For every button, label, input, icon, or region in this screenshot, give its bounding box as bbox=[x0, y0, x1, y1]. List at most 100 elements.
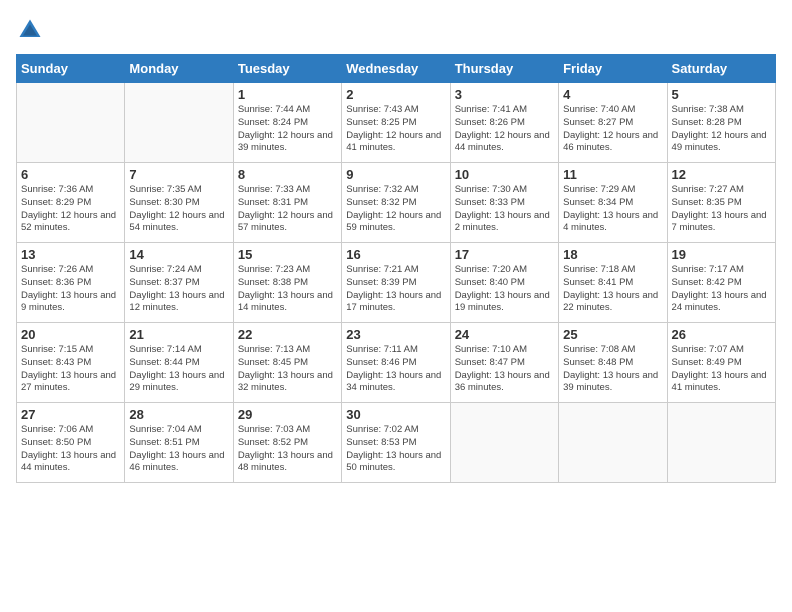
day-info: Sunrise: 7:06 AMSunset: 8:50 PMDaylight:… bbox=[21, 424, 120, 475]
calendar-cell: 5 Sunrise: 7:38 AMSunset: 8:28 PMDaylight… bbox=[667, 83, 775, 163]
day-number: 11 bbox=[563, 167, 662, 182]
day-number: 7 bbox=[129, 167, 228, 182]
calendar-cell: 9 Sunrise: 7:32 AMSunset: 8:32 PMDaylight… bbox=[342, 163, 450, 243]
day-info: Sunrise: 7:02 AMSunset: 8:53 PMDaylight:… bbox=[346, 424, 445, 475]
day-number: 29 bbox=[238, 407, 337, 422]
calendar-cell bbox=[559, 403, 667, 483]
page-header bbox=[16, 16, 776, 44]
calendar-cell: 19 Sunrise: 7:17 AMSunset: 8:42 PMDayligh… bbox=[667, 243, 775, 323]
day-info: Sunrise: 7:36 AMSunset: 8:29 PMDaylight:… bbox=[21, 184, 120, 235]
weekday-header-wednesday: Wednesday bbox=[342, 55, 450, 83]
logo bbox=[16, 16, 48, 44]
calendar-cell: 22 Sunrise: 7:13 AMSunset: 8:45 PMDayligh… bbox=[233, 323, 341, 403]
day-info: Sunrise: 7:29 AMSunset: 8:34 PMDaylight:… bbox=[563, 184, 662, 235]
day-info: Sunrise: 7:07 AMSunset: 8:49 PMDaylight:… bbox=[672, 344, 771, 395]
calendar-cell: 12Sunrise: 7:27 AMSunset: 8:35 PMDayligh… bbox=[667, 163, 775, 243]
calendar-week-row: 6 Sunrise: 7:36 AMSunset: 8:29 PMDaylight… bbox=[17, 163, 776, 243]
calendar-cell: 11 Sunrise: 7:29 AMSunset: 8:34 PMDayligh… bbox=[559, 163, 667, 243]
calendar-cell: 17Sunrise: 7:20 AMSunset: 8:40 PMDayligh… bbox=[450, 243, 558, 323]
day-info: Sunrise: 7:10 AMSunset: 8:47 PMDaylight:… bbox=[455, 344, 554, 395]
calendar-cell: 1 Sunrise: 7:44 AMSunset: 8:24 PMDaylight… bbox=[233, 83, 341, 163]
calendar-cell: 10 Sunrise: 7:30 AMSunset: 8:33 PMDayligh… bbox=[450, 163, 558, 243]
day-info: Sunrise: 7:11 AMSunset: 8:46 PMDaylight:… bbox=[346, 344, 445, 395]
day-info: Sunrise: 7:38 AMSunset: 8:28 PMDaylight:… bbox=[672, 104, 771, 155]
calendar-week-row: 13Sunrise: 7:26 AMSunset: 8:36 PMDayligh… bbox=[17, 243, 776, 323]
day-number: 12 bbox=[672, 167, 771, 182]
day-info: Sunrise: 7:20 AMSunset: 8:40 PMDaylight:… bbox=[455, 264, 554, 315]
day-number: 30 bbox=[346, 407, 445, 422]
calendar-cell bbox=[450, 403, 558, 483]
day-number: 3 bbox=[455, 87, 554, 102]
day-number: 4 bbox=[563, 87, 662, 102]
calendar-cell: 24 Sunrise: 7:10 AMSunset: 8:47 PMDayligh… bbox=[450, 323, 558, 403]
day-info: Sunrise: 7:04 AMSunset: 8:51 PMDaylight:… bbox=[129, 424, 228, 475]
day-number: 26 bbox=[672, 327, 771, 342]
calendar-cell: 21 Sunrise: 7:14 AMSunset: 8:44 PMDayligh… bbox=[125, 323, 233, 403]
weekday-header-row: SundayMondayTuesdayWednesdayThursdayFrid… bbox=[17, 55, 776, 83]
calendar-table: SundayMondayTuesdayWednesdayThursdayFrid… bbox=[16, 54, 776, 483]
calendar-cell: 3 Sunrise: 7:41 AMSunset: 8:26 PMDaylight… bbox=[450, 83, 558, 163]
day-number: 20 bbox=[21, 327, 120, 342]
calendar-cell: 28 Sunrise: 7:04 AMSunset: 8:51 PMDayligh… bbox=[125, 403, 233, 483]
day-info: Sunrise: 7:24 AMSunset: 8:37 PMDaylight:… bbox=[129, 264, 228, 315]
calendar-cell: 4 Sunrise: 7:40 AMSunset: 8:27 PMDaylight… bbox=[559, 83, 667, 163]
weekday-header-sunday: Sunday bbox=[17, 55, 125, 83]
weekday-header-saturday: Saturday bbox=[667, 55, 775, 83]
calendar-cell: 20 Sunrise: 7:15 AMSunset: 8:43 PMDayligh… bbox=[17, 323, 125, 403]
calendar-cell bbox=[667, 403, 775, 483]
day-info: Sunrise: 7:21 AMSunset: 8:39 PMDaylight:… bbox=[346, 264, 445, 315]
day-number: 24 bbox=[455, 327, 554, 342]
calendar-cell: 2 Sunrise: 7:43 AMSunset: 8:25 PMDaylight… bbox=[342, 83, 450, 163]
day-info: Sunrise: 7:03 AMSunset: 8:52 PMDaylight:… bbox=[238, 424, 337, 475]
calendar-cell: 29 Sunrise: 7:03 AMSunset: 8:52 PMDayligh… bbox=[233, 403, 341, 483]
day-number: 22 bbox=[238, 327, 337, 342]
day-info: Sunrise: 7:44 AMSunset: 8:24 PMDaylight:… bbox=[238, 104, 337, 155]
day-info: Sunrise: 7:15 AMSunset: 8:43 PMDaylight:… bbox=[21, 344, 120, 395]
day-info: Sunrise: 7:23 AMSunset: 8:38 PMDaylight:… bbox=[238, 264, 337, 315]
day-info: Sunrise: 7:14 AMSunset: 8:44 PMDaylight:… bbox=[129, 344, 228, 395]
day-info: Sunrise: 7:33 AMSunset: 8:31 PMDaylight:… bbox=[238, 184, 337, 235]
calendar-cell bbox=[17, 83, 125, 163]
day-number: 25 bbox=[563, 327, 662, 342]
calendar-week-row: 20 Sunrise: 7:15 AMSunset: 8:43 PMDayligh… bbox=[17, 323, 776, 403]
calendar-week-row: 27 Sunrise: 7:06 AMSunset: 8:50 PMDayligh… bbox=[17, 403, 776, 483]
calendar-cell: 18Sunrise: 7:18 AMSunset: 8:41 PMDayligh… bbox=[559, 243, 667, 323]
calendar-cell: 14 Sunrise: 7:24 AMSunset: 8:37 PMDayligh… bbox=[125, 243, 233, 323]
day-info: Sunrise: 7:43 AMSunset: 8:25 PMDaylight:… bbox=[346, 104, 445, 155]
day-number: 28 bbox=[129, 407, 228, 422]
calendar-cell: 13Sunrise: 7:26 AMSunset: 8:36 PMDayligh… bbox=[17, 243, 125, 323]
day-info: Sunrise: 7:41 AMSunset: 8:26 PMDaylight:… bbox=[455, 104, 554, 155]
day-number: 23 bbox=[346, 327, 445, 342]
day-number: 14 bbox=[129, 247, 228, 262]
weekday-header-thursday: Thursday bbox=[450, 55, 558, 83]
day-number: 27 bbox=[21, 407, 120, 422]
calendar-week-row: 1 Sunrise: 7:44 AMSunset: 8:24 PMDaylight… bbox=[17, 83, 776, 163]
day-info: Sunrise: 7:32 AMSunset: 8:32 PMDaylight:… bbox=[346, 184, 445, 235]
day-info: Sunrise: 7:26 AMSunset: 8:36 PMDaylight:… bbox=[21, 264, 120, 315]
day-number: 2 bbox=[346, 87, 445, 102]
day-number: 10 bbox=[455, 167, 554, 182]
calendar-cell: 25Sunrise: 7:08 AMSunset: 8:48 PMDayligh… bbox=[559, 323, 667, 403]
day-number: 19 bbox=[672, 247, 771, 262]
calendar-body: 1 Sunrise: 7:44 AMSunset: 8:24 PMDaylight… bbox=[17, 83, 776, 483]
logo-icon bbox=[16, 16, 44, 44]
day-number: 1 bbox=[238, 87, 337, 102]
day-number: 9 bbox=[346, 167, 445, 182]
day-info: Sunrise: 7:13 AMSunset: 8:45 PMDaylight:… bbox=[238, 344, 337, 395]
day-number: 8 bbox=[238, 167, 337, 182]
calendar-cell: 23 Sunrise: 7:11 AMSunset: 8:46 PMDayligh… bbox=[342, 323, 450, 403]
day-number: 6 bbox=[21, 167, 120, 182]
day-number: 21 bbox=[129, 327, 228, 342]
calendar-cell: 7Sunrise: 7:35 AMSunset: 8:30 PMDaylight… bbox=[125, 163, 233, 243]
day-info: Sunrise: 7:17 AMSunset: 8:42 PMDaylight:… bbox=[672, 264, 771, 315]
day-number: 5 bbox=[672, 87, 771, 102]
weekday-header-monday: Monday bbox=[125, 55, 233, 83]
day-number: 15 bbox=[238, 247, 337, 262]
day-info: Sunrise: 7:30 AMSunset: 8:33 PMDaylight:… bbox=[455, 184, 554, 235]
weekday-header-friday: Friday bbox=[559, 55, 667, 83]
calendar-cell: 26 Sunrise: 7:07 AMSunset: 8:49 PMDayligh… bbox=[667, 323, 775, 403]
calendar-cell: 8 Sunrise: 7:33 AMSunset: 8:31 PMDaylight… bbox=[233, 163, 341, 243]
calendar-cell: 30 Sunrise: 7:02 AMSunset: 8:53 PMDayligh… bbox=[342, 403, 450, 483]
day-info: Sunrise: 7:40 AMSunset: 8:27 PMDaylight:… bbox=[563, 104, 662, 155]
calendar-cell bbox=[125, 83, 233, 163]
